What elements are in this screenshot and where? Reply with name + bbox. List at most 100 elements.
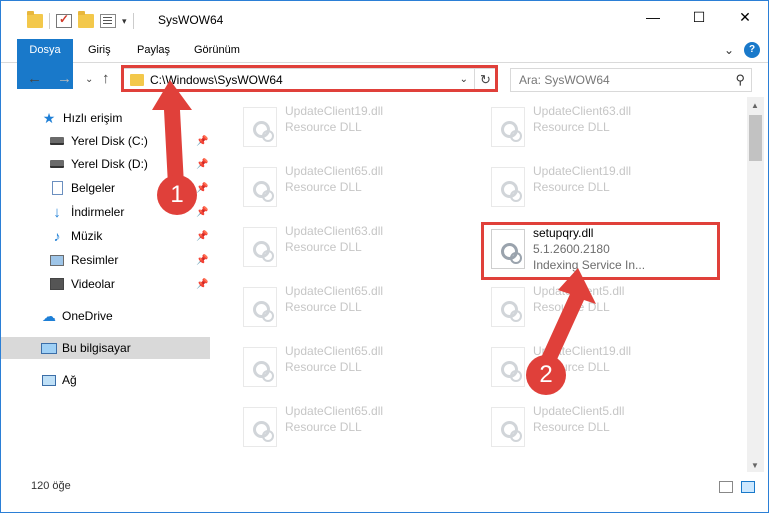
sidebar-item-music[interactable]: ♪ Müzik 📌 <box>1 225 210 247</box>
minimize-button[interactable]: — <box>630 1 676 33</box>
file-type: Resource DLL <box>533 180 610 194</box>
new-folder-icon[interactable] <box>78 11 94 28</box>
expand-ribbon-icon[interactable]: ⌄ <box>724 43 734 57</box>
vertical-scrollbar[interactable]: ▲ ▼ <box>747 97 764 472</box>
file-item[interactable]: UpdateClient65.dll Resource DLL <box>237 341 475 391</box>
dll-file-icon <box>243 227 277 267</box>
sidebar-item-label: Resimler <box>71 253 119 267</box>
sidebar-item-videos[interactable]: Videolar 📌 <box>1 273 210 295</box>
address-dropdown-icon[interactable]: ⌄ <box>460 74 468 85</box>
pin-icon: 📌 <box>196 206 209 218</box>
sidebar-item-this-pc[interactable]: Bu bilgisayar <box>1 337 210 359</box>
step-1-callout: 1 <box>157 175 197 215</box>
ribbon-right: ⌄ ? <box>724 42 760 58</box>
sidebar-item-label: Ağ <box>62 373 77 387</box>
maximize-button[interactable]: ☐ <box>676 1 722 33</box>
qa-separator <box>49 13 50 29</box>
address-bar[interactable]: C:\Windows\SysWOW64 ⌄ ↻ <box>122 68 497 92</box>
back-button[interactable]: ← <box>27 70 42 87</box>
sidebar-item-label: İndirmeler <box>71 205 125 219</box>
folder-icon <box>130 74 144 86</box>
sidebar-item-onedrive[interactable]: ☁ OneDrive <box>1 305 210 327</box>
address-path[interactable]: C:\Windows\SysWOW64 <box>150 73 283 87</box>
star-icon: ★ <box>42 109 56 126</box>
sidebar-item-quick-access[interactable]: ★ Hızlı erişim <box>1 107 210 129</box>
file-type: Resource DLL <box>533 420 610 434</box>
details-view-icon[interactable] <box>719 481 733 493</box>
scrollbar-thumb[interactable] <box>749 115 762 161</box>
sidebar-item-local-disk-c[interactable]: Yerel Disk (C:) 📌 <box>1 130 210 152</box>
file-item[interactable]: UpdateClient63.dll Resource DLL <box>237 221 475 271</box>
forward-button[interactable]: → <box>57 70 72 87</box>
file-type: Resource DLL <box>285 360 362 374</box>
music-icon: ♪ <box>53 228 61 244</box>
file-name: UpdateClient65.dll <box>285 284 384 298</box>
file-item[interactable]: UpdateClient5.dll Resource DLL <box>485 281 723 331</box>
file-name: UpdateClient65.dll <box>285 404 384 418</box>
file-item[interactable]: UpdateClient65.dll Resource DLL <box>237 161 475 211</box>
sidebar-item-label: Videolar <box>71 277 115 291</box>
file-type: Resource DLL <box>285 180 362 194</box>
file-name: UpdateClient63.dll <box>533 104 632 118</box>
computer-icon <box>41 340 57 356</box>
search-placeholder[interactable]: Ara: SysWOW64 <box>519 73 610 87</box>
file-item[interactable]: UpdateClient63.dll Resource DLL <box>485 101 723 151</box>
file-item-setupqry[interactable]: setupqry.dll 5.1.2600.2180 Indexing Serv… <box>485 223 723 273</box>
file-item[interactable]: UpdateClient5.dll Resource DLL <box>485 401 723 451</box>
pin-icon: 📌 <box>196 254 209 266</box>
file-name: UpdateClient65.dll <box>285 344 384 358</box>
disk-icon <box>49 133 65 149</box>
item-count: 120 öğe <box>31 480 71 492</box>
tiles-view-icon[interactable] <box>741 481 755 493</box>
dll-file-icon <box>243 347 277 387</box>
file-item[interactable]: UpdateClient19.dll Resource DLL <box>485 161 723 211</box>
file-item[interactable]: UpdateClient65.dll Resource DLL <box>237 281 475 331</box>
dll-file-icon <box>491 347 525 387</box>
file-type: Resource DLL <box>533 300 610 314</box>
scroll-up-icon[interactable]: ▲ <box>751 101 759 110</box>
sidebar-item-pictures[interactable]: Resimler 📌 <box>1 249 210 271</box>
sidebar-item-label: Bu bilgisayar <box>62 341 131 355</box>
quick-access-toolbar: ▾ <box>27 11 140 31</box>
window-controls: — ☐ ✕ <box>630 1 768 33</box>
dll-file-icon <box>491 107 525 147</box>
close-button[interactable]: ✕ <box>722 1 768 33</box>
qa-dropdown-icon[interactable]: ▾ <box>122 16 127 27</box>
tab-share[interactable]: Paylaş <box>137 39 170 62</box>
ribbon-tabs: Dosya Giriş Paylaş Görünüm ⌄ ? <box>1 39 768 89</box>
sidebar-item-label: Yerel Disk (D:) <box>71 157 148 171</box>
scroll-down-icon[interactable]: ▼ <box>751 461 759 470</box>
file-type: Indexing Service In... <box>533 258 646 272</box>
file-name: UpdateClient19.dll <box>533 164 632 178</box>
tab-home[interactable]: Giriş <box>88 39 111 62</box>
sidebar-item-label: OneDrive <box>62 309 113 323</box>
pin-icon: 📌 <box>196 135 209 147</box>
dll-file-icon <box>491 407 525 447</box>
file-item[interactable]: UpdateClient19.dll Resource DLL <box>485 341 723 391</box>
file-type: Resource DLL <box>285 240 362 254</box>
file-name: setupqry.dll <box>533 226 594 240</box>
sidebar-item-network[interactable]: Ağ <box>1 369 210 391</box>
tab-view[interactable]: Görünüm <box>194 39 240 62</box>
sidebar-item-local-disk-d[interactable]: Yerel Disk (D:) 📌 <box>1 153 210 175</box>
help-icon[interactable]: ? <box>744 42 760 58</box>
documents-icon <box>49 180 65 196</box>
file-type: Resource DLL <box>285 120 362 134</box>
qa-separator <box>132 13 134 29</box>
file-item[interactable]: UpdateClient19.dll Resource DLL <box>237 101 475 151</box>
pin-icon: 📌 <box>196 230 209 242</box>
search-icon[interactable]: ⚲ <box>735 72 745 88</box>
title-bar: ▾ SysWOW64 — ☐ ✕ <box>1 1 768 41</box>
file-item[interactable]: UpdateClient65.dll Resource DLL <box>237 401 475 451</box>
properties-check-icon[interactable] <box>56 12 72 28</box>
dll-file-icon <box>243 167 277 207</box>
cloud-icon: ☁ <box>42 307 56 324</box>
recent-locations-button[interactable]: ⌄ <box>85 74 93 85</box>
refresh-button[interactable]: ↻ <box>474 69 496 91</box>
dll-file-icon <box>243 407 277 447</box>
status-bar: 120 öğe <box>1 475 768 497</box>
search-box[interactable]: Ara: SysWOW64 ⚲ <box>510 68 752 92</box>
up-button[interactable]: ↑ <box>102 70 110 87</box>
customize-icon[interactable] <box>100 14 116 28</box>
navigation-pane: ★ Hızlı erişim Yerel Disk (C:) 📌 Yerel D… <box>1 97 213 467</box>
